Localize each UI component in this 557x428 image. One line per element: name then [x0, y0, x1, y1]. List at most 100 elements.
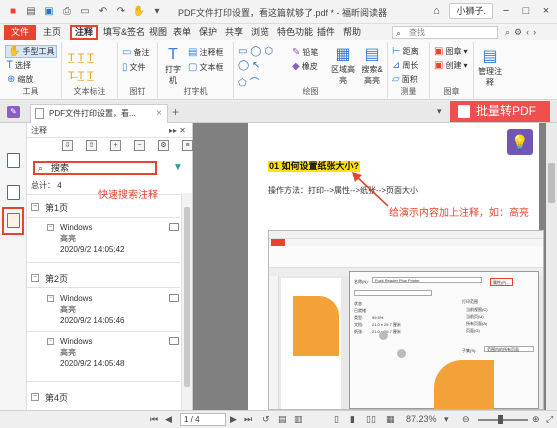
- panel-scrollbar[interactable]: [181, 193, 192, 410]
- stamp-button[interactable]: ▣ 图章 ▾: [434, 46, 467, 57]
- customize-icon[interactable]: ▾: [150, 4, 164, 18]
- tab-list-dropdown-icon[interactable]: ▾: [437, 106, 442, 117]
- comment-bubble-icon[interactable]: [169, 223, 179, 231]
- tab-view[interactable]: 视图: [146, 25, 170, 40]
- hand-tool-button[interactable]: ✋ 手型工具: [5, 45, 58, 58]
- zoom-slider[interactable]: [478, 419, 528, 421]
- tab-browse[interactable]: 浏览: [248, 25, 272, 40]
- tab-protect[interactable]: 保护: [196, 25, 220, 40]
- user-account[interactable]: 小狮子.: [449, 3, 493, 19]
- comment-panel-icon[interactable]: [7, 213, 20, 228]
- callout-button[interactable]: ▤ 注释框: [188, 47, 223, 58]
- rotate-icon[interactable]: ↺: [262, 414, 270, 425]
- line-tools-icon[interactable]: ◯ ↖: [238, 60, 260, 71]
- textbox-button[interactable]: ▢ 文本框: [188, 62, 223, 73]
- tab-features[interactable]: 特色功能: [274, 25, 316, 40]
- zoom-in-icon[interactable]: ⊕: [532, 414, 540, 425]
- zoom-button[interactable]: ⊕ 缩放: [7, 74, 33, 85]
- zoom-out-icon[interactable]: ⊖: [462, 414, 470, 425]
- manage-comments-button[interactable]: ▤ 管理注释: [478, 48, 502, 88]
- highlight-text-icon[interactable]: T̲ T̲ T̲: [68, 52, 94, 64]
- page-number-input[interactable]: 1 / 4: [180, 413, 226, 426]
- page-group-4[interactable]: − 第4页: [31, 389, 68, 405]
- expand-all-icon[interactable]: +: [110, 140, 121, 151]
- undo-icon[interactable]: ↶: [96, 4, 110, 18]
- note-button[interactable]: ▭ 备注: [122, 47, 149, 58]
- save-icon[interactable]: ▣: [42, 4, 56, 18]
- collapse-icon[interactable]: −: [31, 203, 39, 211]
- continuous-page-icon[interactable]: ▮: [350, 414, 355, 425]
- print-icon[interactable]: ⎙: [60, 4, 74, 18]
- collapse-all-icon[interactable]: −: [134, 140, 145, 151]
- lightbulb-icon[interactable]: 💡: [507, 129, 533, 155]
- fullscreen-icon[interactable]: ⤢: [546, 414, 553, 425]
- zoom-slider-thumb[interactable]: [498, 415, 503, 424]
- comment-item[interactable]: − Windows 高亮 2020/9/2 14:05:46: [47, 293, 179, 326]
- shape-tools-icon[interactable]: ▭ ◯ ⬡: [238, 46, 273, 57]
- nav-back-icon[interactable]: ‹: [526, 27, 529, 38]
- document-scrollbar[interactable]: [546, 123, 557, 410]
- redo-icon[interactable]: ↷: [114, 4, 128, 18]
- filter-icon[interactable]: ▼: [173, 162, 183, 173]
- collapse-icon[interactable]: −: [47, 338, 54, 345]
- search-highlight-button[interactable]: ▤ 搜索&高亮: [358, 46, 386, 86]
- tab-file[interactable]: 文件: [4, 25, 36, 40]
- comment-bubble-icon[interactable]: [169, 294, 179, 302]
- tab-fill-sign[interactable]: 填写&签名: [100, 25, 148, 40]
- collapse-icon[interactable]: −: [47, 295, 54, 302]
- first-page-icon[interactable]: ⏮: [150, 414, 158, 425]
- area-button[interactable]: ▱ 面积: [392, 74, 418, 85]
- export-comments-icon[interactable]: ⇧: [86, 140, 97, 151]
- comment-bubble-icon[interactable]: [169, 337, 179, 345]
- eraser-button[interactable]: ◆ 橡皮: [292, 61, 318, 72]
- tab-share[interactable]: 共享: [222, 25, 246, 40]
- reader-mode-icon[interactable]: ✎: [7, 106, 20, 118]
- facing-page-icon[interactable]: ▯▯: [366, 414, 376, 425]
- nav-forward-icon[interactable]: ›: [533, 27, 536, 38]
- pages-panel-icon[interactable]: [7, 185, 20, 200]
- search-input[interactable]: ⌕ 查找: [392, 26, 498, 39]
- comment-search-input[interactable]: ⌕ 搜索: [33, 161, 157, 175]
- settings-icon[interactable]: ⚙: [514, 27, 522, 38]
- perimeter-button[interactable]: ⊿ 周长: [392, 60, 418, 71]
- create-stamp-button[interactable]: ▣ 创建 ▾: [434, 60, 467, 71]
- document-tab[interactable]: PDF文件打印设置，看... ×: [30, 104, 168, 123]
- comment-item[interactable]: − Windows 高亮 2020/9/2 14:05:42: [47, 222, 179, 255]
- tab-comment[interactable]: 注释: [70, 25, 99, 40]
- maximize-button[interactable]: □: [519, 4, 533, 18]
- area-highlight-button[interactable]: ▦ 区域高亮: [330, 46, 356, 86]
- bookmark-panel-icon[interactable]: [7, 153, 20, 168]
- tab-form[interactable]: 表单: [170, 25, 194, 40]
- last-page-icon[interactable]: ⏭: [244, 414, 252, 425]
- fit-page-icon[interactable]: ▤: [278, 414, 287, 425]
- new-tab-button[interactable]: +: [172, 105, 179, 119]
- pencil-button[interactable]: ✎ 铅笔: [292, 47, 318, 58]
- distance-button[interactable]: ⊢ 距离: [392, 46, 419, 57]
- hand-icon[interactable]: ✋: [132, 4, 146, 18]
- prev-page-icon[interactable]: ◀: [165, 414, 172, 425]
- file-attach-button[interactable]: ▯ 文件: [122, 62, 146, 73]
- panel-scrollbar-thumb[interactable]: [184, 207, 190, 387]
- tab-home[interactable]: 主页: [40, 25, 64, 40]
- page-group-2[interactable]: − 第2页: [31, 270, 68, 286]
- zoom-dropdown-icon[interactable]: ▾: [444, 414, 449, 425]
- collapse-icon[interactable]: −: [47, 224, 54, 231]
- snapshot-icon[interactable]: ▥: [294, 414, 303, 425]
- select-button[interactable]: Ꭲ 选择: [7, 60, 31, 71]
- page-icon[interactable]: ▭: [78, 4, 92, 18]
- comment-options-icon[interactable]: ⚙: [158, 140, 169, 151]
- close-button[interactable]: ×: [539, 4, 553, 18]
- minimize-button[interactable]: −: [499, 4, 513, 18]
- tab-plugins[interactable]: 插件: [314, 25, 338, 40]
- batch-convert-pdf-button[interactable]: 批量转PDF: [450, 101, 550, 122]
- typewriter-button[interactable]: T 打字机: [162, 46, 184, 86]
- sort-icon[interactable]: ≡: [182, 140, 193, 151]
- single-page-icon[interactable]: ▯: [334, 414, 339, 425]
- document-scrollbar-thumb[interactable]: [548, 163, 555, 203]
- underline-text-icon[interactable]: T̶ T̲ T̲: [68, 70, 94, 82]
- collapse-icon[interactable]: −: [31, 274, 39, 282]
- highlighted-heading[interactable]: 01 如何设置纸张大小?: [268, 161, 361, 172]
- zoom-value[interactable]: 87.23%: [406, 414, 437, 424]
- page-group-1[interactable]: − 第1页: [31, 199, 68, 215]
- continuous-facing-icon[interactable]: ▦: [386, 414, 395, 425]
